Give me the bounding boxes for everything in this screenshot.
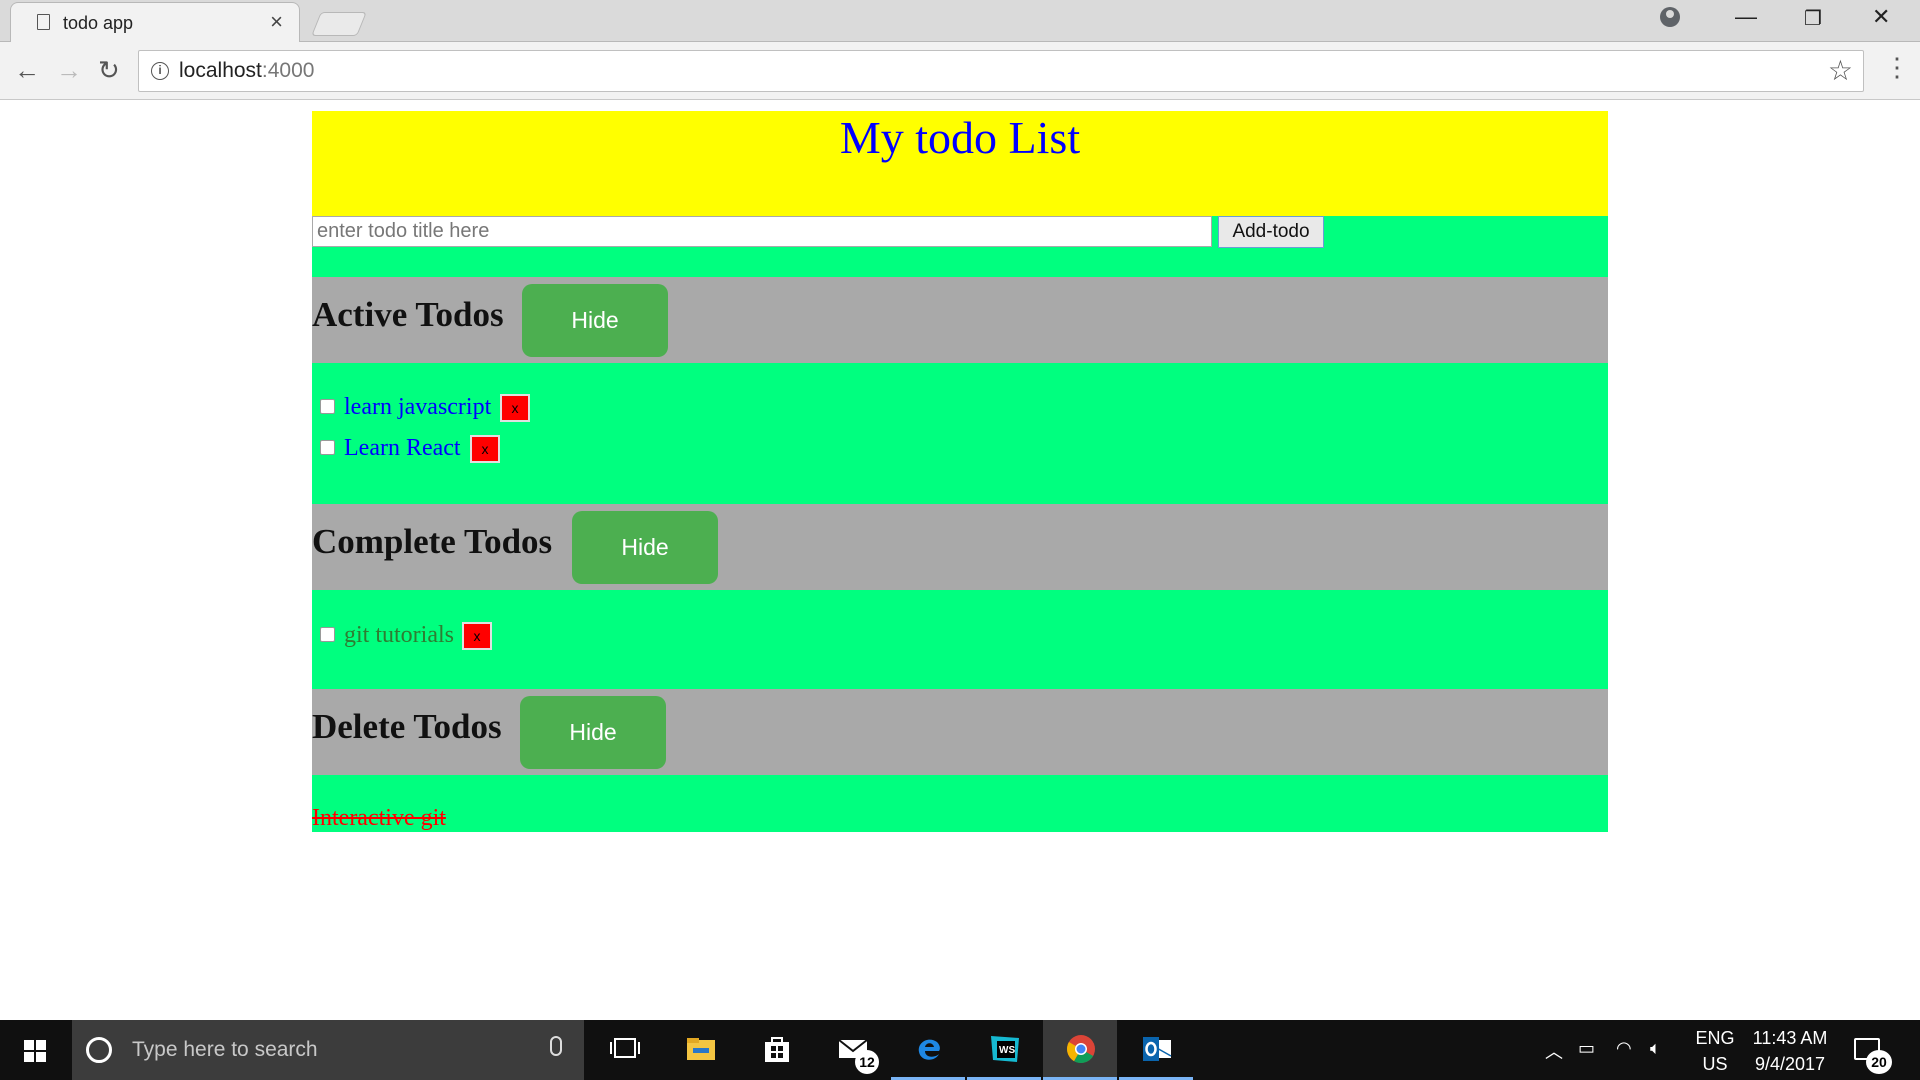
search-placeholder: Type here to search [132,1038,318,1061]
start-button[interactable] [0,1020,72,1080]
add-todo-button[interactable]: Add-todo [1218,216,1324,248]
delete-todo-button[interactable]: x [500,394,530,422]
file-explorer-icon [687,1038,715,1060]
windows-start-icon [24,1040,46,1062]
page-title: My todo List [839,112,1081,163]
browser-toolbar: ← → ↻ i localhost:4000 ☆ ⋮ [0,42,1920,100]
todo-checkbox[interactable] [320,440,335,455]
hide-deleted-button[interactable]: Hide [520,696,666,769]
webstorm-icon: WS [991,1036,1019,1062]
add-todo-row: Add-todo [312,216,1608,277]
language-region[interactable]: US [1690,1054,1740,1075]
notification-badge: 20 [1866,1050,1892,1074]
delete-todos-title: Delete Todos [312,707,502,746]
battery-icon[interactable]: ▭ [1578,1038,1595,1059]
clock-time[interactable]: 11:43 AM [1740,1028,1840,1049]
windows-taskbar: Type here to search 12 WS ︿ ▭ ◠ 🔈︎ ENG U… [0,1020,1920,1080]
edge-icon [918,1039,940,1060]
todo-checkbox[interactable] [320,627,335,642]
complete-todos-list: git tutorials x [312,590,1608,689]
mail-badge: 12 [855,1050,879,1074]
todo-label: learn javascript [344,394,492,420]
active-todos-list: learn javascript x Learn React x [312,363,1608,504]
store-icon [765,1037,789,1062]
mail-button[interactable]: 12 [815,1020,889,1080]
language-primary[interactable]: ENG [1690,1028,1740,1049]
reload-icon[interactable]: ↻ [98,55,120,86]
tab-close-icon[interactable]: × [270,9,283,35]
delete-todo-button[interactable]: x [470,435,500,463]
svg-text:WS: WS [999,1045,1015,1056]
complete-todos-title: Complete Todos [312,522,553,561]
tray-chevron-icon[interactable]: ︿ [1545,1038,1563,1064]
delete-todo-button[interactable]: x [462,622,492,650]
store-button[interactable] [739,1020,813,1080]
new-tab-button[interactable] [311,12,367,36]
active-todos-header: Active Todos Hide [312,277,1608,363]
deleted-todo-label: Interactive git [312,805,446,831]
microphone-icon[interactable] [550,1036,562,1056]
task-view-button[interactable] [587,1020,661,1080]
task-view-icon [610,1038,640,1058]
volume-icon[interactable]: 🔈︎ [1650,1038,1661,1059]
todo-checkbox[interactable] [320,399,335,414]
hide-complete-button[interactable]: Hide [572,511,718,584]
tab-title: todo app [63,13,134,33]
app-header: My todo List [312,111,1608,216]
close-window-icon[interactable]: ✕ [1872,4,1890,30]
deleted-todos-list: Interactive git [312,775,1608,832]
webstorm-button[interactable]: WS [967,1020,1041,1080]
todo-title-input[interactable] [312,216,1212,247]
minimize-icon[interactable]: — [1735,4,1757,30]
chrome-icon [1067,1035,1095,1063]
active-todos-title: Active Todos [312,295,504,334]
url-text: localhost:4000 [179,59,315,82]
back-icon[interactable]: ← [14,55,40,86]
forward-icon[interactable]: → [56,55,82,86]
delete-todos-header: Delete Todos Hide [312,689,1608,775]
browser-menu-icon[interactable]: ⋮ [1884,52,1910,83]
outlook-button[interactable] [1119,1020,1193,1080]
edge-button[interactable] [891,1020,965,1080]
chrome-button[interactable] [1043,1020,1117,1080]
todo-label: git tutorials [344,622,454,648]
page-icon [37,14,50,30]
file-explorer-button[interactable] [663,1020,737,1080]
browser-tab[interactable]: todo app × [10,2,300,42]
browser-tab-bar: todo app × — ❐ ✕ [0,0,1920,42]
info-icon[interactable]: i [151,62,169,80]
restore-icon[interactable]: ❐ [1804,6,1822,31]
complete-todos-header: Complete Todos Hide [312,504,1608,590]
cortana-icon [86,1037,112,1063]
todo-app: My todo List Add-todo Active Todos Hide … [312,111,1608,832]
bookmark-star-icon[interactable]: ☆ [1828,54,1853,87]
clock-date[interactable]: 9/4/2017 [1740,1054,1840,1075]
taskbar-search-box[interactable]: Type here to search [72,1020,584,1080]
todo-label: Learn React [344,435,461,461]
outlook-icon [1143,1037,1172,1061]
profile-icon[interactable] [1660,7,1680,27]
address-bar[interactable]: i localhost:4000 ☆ [138,50,1864,92]
wifi-icon[interactable]: ◠ [1616,1038,1632,1059]
hide-active-button[interactable]: Hide [522,284,668,357]
